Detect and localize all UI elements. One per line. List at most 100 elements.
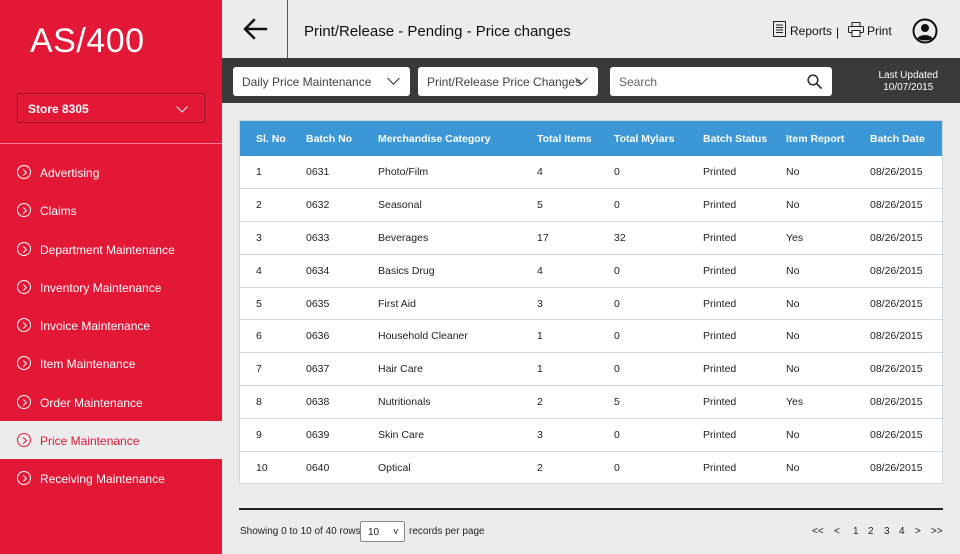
table-row[interactable]: 4 0634 Basics Drug 4 0 Printed No 08/26/2015 [240, 254, 942, 288]
table-cell: 9 [256, 428, 262, 441]
chevron-circle-icon [17, 471, 31, 486]
table-cell: 0 [614, 166, 620, 179]
search-icon[interactable] [807, 74, 822, 89]
table-cell: 08/26/2015 [870, 199, 923, 212]
pager-item[interactable]: < [834, 526, 840, 537]
dropdown-value: Daily Price Maintenance [242, 75, 372, 89]
table-row[interactable]: 9 0639 Skin Care 3 0 Printed No 08/26/2015 [240, 418, 942, 452]
sidebar-item-advertising[interactable]: Advertising [0, 153, 222, 191]
table-cell: 0632 [306, 199, 330, 212]
table-row[interactable]: 5 0635 First Aid 3 0 Printed No 08/26/2015 [240, 287, 942, 320]
column-header[interactable]: Total Items [537, 121, 614, 156]
table-row[interactable]: 2 0632 Seasonal 5 0 Printed No 08/26/2015 [240, 189, 942, 222]
chevron-circle-icon [17, 433, 31, 448]
table-header-row: Sl. No Batch No Merchandise Category Total … [240, 121, 942, 156]
table-cell: 0 [614, 297, 620, 310]
pager-item[interactable]: > [915, 526, 921, 537]
sidebar-item-price-maintenance[interactable]: Price Maintenance [0, 421, 222, 460]
table-cell: No [786, 297, 800, 310]
pager-item[interactable]: 4 [899, 526, 905, 537]
store-selector[interactable]: Store 8305 [17, 93, 205, 123]
column-header[interactable]: Batch No [306, 121, 378, 156]
table-cell: 4 [537, 264, 543, 277]
column-header[interactable]: Sl. No [240, 121, 306, 156]
table-cell: 0634 [306, 264, 330, 277]
pager-item[interactable]: 3 [884, 526, 890, 537]
table-cell: Photo/Film [378, 166, 429, 179]
table-row[interactable]: 1 0631 Photo/Film 4 0 Printed No 08/26/2015 [240, 156, 942, 189]
sidebar-item-receiving-maintenance[interactable]: Receiving Maintenance [0, 459, 222, 497]
table-cell: 3 [256, 231, 262, 244]
chevron-circle-icon [17, 318, 31, 333]
table-cell: 08/26/2015 [870, 461, 923, 474]
table-cell: 0631 [306, 166, 330, 179]
table-row[interactable]: 6 0636 Household Cleaner 1 0 Printed No 08/26/2… [240, 320, 942, 353]
search-input[interactable] [610, 67, 800, 96]
table-row[interactable]: 10 0640 Optical 2 0 Printed No 08/26/2015 [240, 451, 942, 484]
sidebar-divider [0, 143, 222, 144]
user-avatar-icon[interactable] [912, 18, 938, 44]
sidebar-item-order-maintenance[interactable]: Order Maintenance [0, 383, 222, 421]
batch-table: Sl. No Batch No Merchandise Category Total … [239, 120, 943, 484]
table-cell: 32 [614, 231, 626, 244]
chevron-circle-icon [17, 203, 31, 218]
sidebar-item-label: Item Maintenance [40, 357, 136, 372]
table-row[interactable]: 3 0633 Beverages 17 32 Printed Yes 08/26/2015 [240, 222, 942, 255]
table-cell: 08/26/2015 [870, 428, 923, 441]
table-row[interactable]: 8 0638 Nutritionals 2 5 Printed Yes 08/26/2015 [240, 386, 942, 419]
page-title: Print/Release - Pending - Price changes [304, 23, 571, 40]
maintenance-type-dropdown[interactable]: Daily Price Maintenance [233, 67, 410, 96]
sidebar-item-department-maintenance[interactable]: Department Maintenance [0, 230, 222, 268]
table-cell: Printed [703, 166, 737, 179]
column-header[interactable]: Merchandise Category [378, 121, 537, 156]
action-dropdown[interactable]: Print/Release Price Changes [418, 67, 598, 96]
sidebar-item-invoice-maintenance[interactable]: Invoice Maintenance [0, 306, 222, 344]
sidebar-item-item-maintenance[interactable]: Item Maintenance [0, 344, 222, 382]
store-label: Store 8305 [28, 102, 89, 116]
table-cell: 4 [537, 166, 543, 179]
last-updated: Last Updated 10/07/2015 [879, 70, 939, 94]
table-cell: 1 [537, 363, 543, 376]
table-cell: Hair Care [378, 363, 423, 376]
sidebar-item-label: Claims [40, 204, 77, 219]
sidebar-item-label: Advertising [40, 166, 100, 180]
column-header[interactable]: Total Mylars [614, 121, 703, 156]
pager-item[interactable]: 2 [868, 526, 874, 537]
table-cell: Printed [703, 395, 737, 408]
document-icon [773, 21, 786, 37]
pager-item[interactable]: >> [931, 526, 943, 537]
last-updated-label: Last Updated [878, 70, 939, 81]
table-cell: 3 [537, 428, 543, 441]
search-box [610, 67, 832, 96]
header-separator: | [836, 25, 840, 39]
table-cell: 0 [614, 330, 620, 343]
back-arrow-icon [243, 18, 268, 40]
pager-item[interactable]: << [812, 526, 824, 537]
sidebar-item-inventory-maintenance[interactable]: Inventory Maintenance [0, 268, 222, 306]
dropdown-value: Print/Release Price Changes [427, 75, 582, 89]
table-cell: 3 [537, 297, 543, 310]
pager-item[interactable]: 1 [853, 526, 859, 537]
table-cell: 08/26/2015 [870, 330, 923, 343]
table-row[interactable]: 7 0637 Hair Care 1 0 Printed No 08/26/2015 [240, 353, 942, 386]
column-header[interactable]: Batch Date [870, 121, 942, 156]
column-header[interactable]: Item Report [786, 121, 870, 156]
table-cell: Yes [786, 395, 804, 408]
table-cell: No [786, 166, 800, 179]
rows-per-page-select[interactable]: 10 v [360, 521, 405, 542]
table-cell: First Aid [378, 297, 416, 310]
column-header[interactable]: Batch Status [703, 121, 786, 156]
table-cell: 0639 [306, 428, 330, 441]
table-cell: 0636 [306, 330, 330, 343]
sidebar-item-label: Department Maintenance [40, 242, 175, 257]
table-cell: No [786, 363, 800, 376]
table-cell: No [786, 330, 800, 343]
table-cell: 2 [256, 199, 262, 212]
table-cell: Optical [378, 461, 411, 474]
sidebar-item-claims[interactable]: Claims [0, 191, 222, 229]
table-cell: Printed [703, 297, 737, 310]
table-cell: 08/26/2015 [870, 297, 923, 310]
table-cell: No [786, 461, 800, 474]
table-cell: 1 [537, 330, 543, 343]
back-button[interactable] [222, 0, 288, 58]
